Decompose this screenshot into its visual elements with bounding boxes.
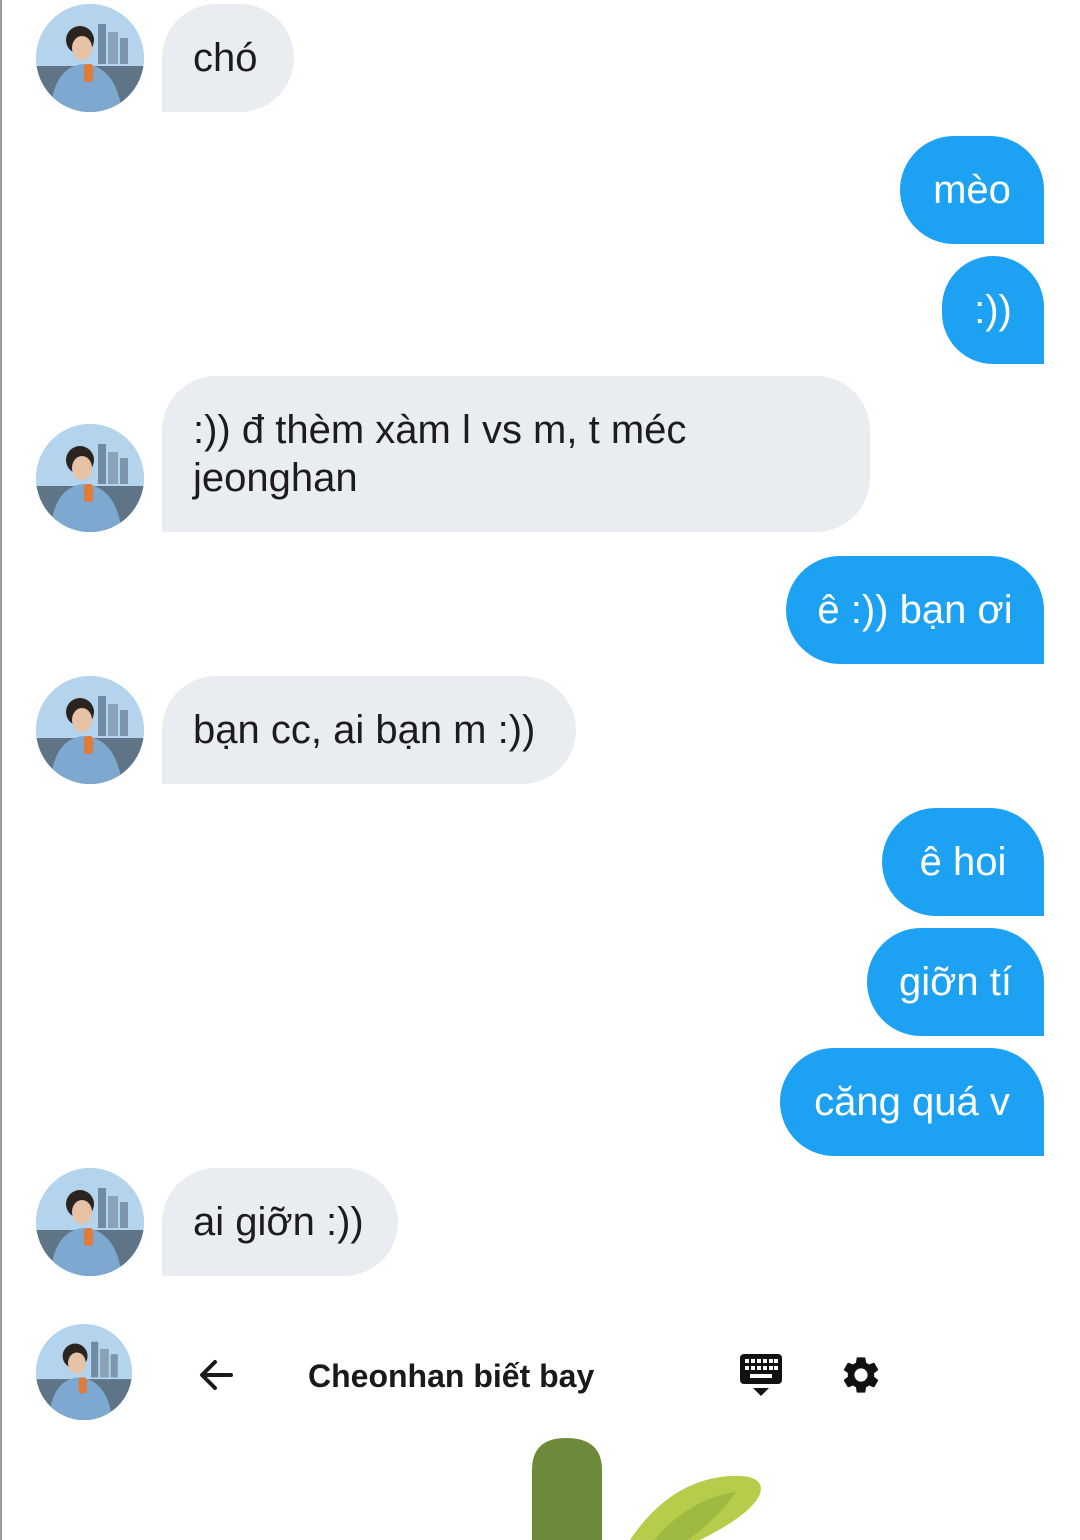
outgoing-message[interactable]: mèo: [900, 136, 1044, 244]
contact-avatar[interactable]: [36, 424, 144, 532]
keyboard-hide-icon: [737, 1352, 785, 1403]
incoming-message[interactable]: :)) đ thèm xàm l vs m, t méc jeonghan: [162, 376, 870, 532]
outgoing-message[interactable]: căng quá v: [780, 1048, 1044, 1156]
outgoing-message[interactable]: ê :)) bạn ơi: [786, 556, 1044, 664]
outgoing-message[interactable]: ê hoi: [882, 808, 1044, 916]
outgoing-message[interactable]: :)): [942, 256, 1044, 364]
back-button[interactable]: [190, 1352, 240, 1402]
contact-avatar[interactable]: [36, 4, 144, 112]
incoming-message[interactable]: ai giỡn :)): [162, 1168, 398, 1276]
arrow-left-icon: [195, 1355, 235, 1400]
incoming-message[interactable]: chó: [162, 4, 294, 112]
chat-screen: chó mèo :)) :)) đ thèm xàm l vs m, t méc…: [0, 0, 1080, 1540]
gear-icon: [839, 1353, 883, 1402]
chat-header: Cheonhan biết bay: [0, 1300, 1080, 1450]
outgoing-message[interactable]: giỡn tí: [867, 928, 1044, 1036]
contact-name[interactable]: Cheonhan biết bay: [308, 1352, 594, 1400]
hide-keyboard-button[interactable]: [734, 1352, 788, 1402]
incoming-message[interactable]: bạn cc, ai bạn m :)): [162, 676, 576, 784]
header-avatar[interactable]: [36, 1324, 132, 1420]
decorative-leaves: [520, 1430, 780, 1540]
contact-avatar[interactable]: [36, 1168, 144, 1276]
settings-button[interactable]: [836, 1352, 886, 1402]
contact-avatar[interactable]: [36, 676, 144, 784]
